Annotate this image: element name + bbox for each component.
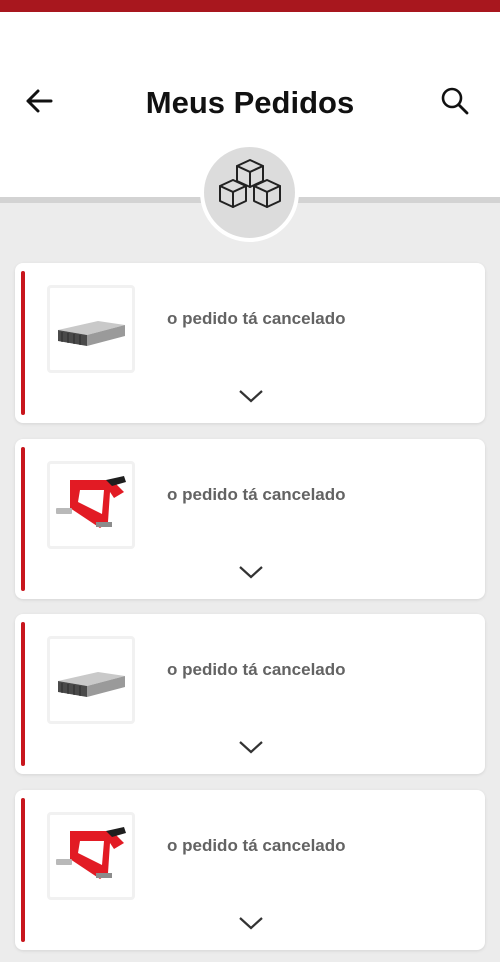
status-bar	[0, 0, 500, 12]
chevron-down-icon[interactable]	[237, 738, 265, 756]
staple-gun-icon	[50, 815, 132, 897]
chevron-down-icon[interactable]	[237, 387, 265, 405]
status-accent-bar	[21, 447, 25, 591]
product-thumbnail	[47, 461, 135, 549]
page-title: Meus Pedidos	[145, 85, 355, 120]
staple-gun-icon	[50, 464, 132, 546]
status-accent-bar	[21, 622, 25, 766]
order-card[interactable]: o pedido tá cancelado	[15, 790, 485, 950]
search-icon	[440, 86, 470, 121]
chevron-down-icon[interactable]	[237, 563, 265, 581]
status-accent-bar	[21, 798, 25, 942]
order-status-text: o pedido tá cancelado	[167, 836, 346, 855]
product-thumbnail	[47, 285, 135, 373]
order-card[interactable]: o pedido tá cancelado	[15, 439, 485, 599]
search-button[interactable]	[436, 84, 474, 122]
order-status-text: o pedido tá cancelado	[167, 309, 346, 328]
arrow-left-icon	[23, 85, 55, 122]
order-status-text: o pedido tá cancelado	[167, 485, 346, 504]
product-thumbnail	[47, 812, 135, 900]
order-card[interactable]: o pedido tá cancelado	[15, 263, 485, 423]
order-status-text: o pedido tá cancelado	[167, 660, 346, 679]
boxes-icon	[211, 156, 289, 229]
order-card[interactable]: o pedido tá cancelado	[15, 614, 485, 774]
product-thumbnail	[47, 636, 135, 724]
staples-icon	[50, 639, 132, 721]
status-accent-bar	[21, 271, 25, 415]
staples-icon	[50, 288, 132, 370]
boxes-badge	[200, 143, 299, 242]
chevron-down-icon[interactable]	[237, 914, 265, 932]
back-button[interactable]	[20, 84, 58, 122]
